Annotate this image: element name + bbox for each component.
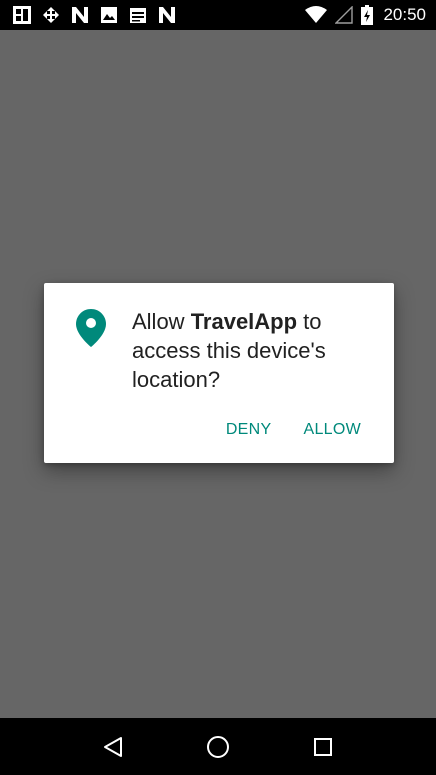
back-icon[interactable] bbox=[93, 727, 133, 767]
battery-charging-icon bbox=[361, 5, 374, 25]
allow-button[interactable]: ALLOW bbox=[292, 417, 372, 443]
dialog-actions: DENY ALLOW bbox=[215, 417, 372, 443]
sync-icon bbox=[41, 5, 61, 25]
notification-icons bbox=[12, 5, 186, 25]
status-time: 20:50 bbox=[383, 5, 426, 24]
permission-dialog: Allow TravelApp to access this device's … bbox=[44, 283, 394, 463]
status-bar: 20:50 bbox=[0, 0, 436, 30]
signal-icon bbox=[335, 6, 354, 24]
wifi-icon bbox=[305, 6, 328, 24]
recents-icon[interactable] bbox=[303, 727, 343, 767]
calendar-icon bbox=[128, 5, 148, 25]
permission-message: Allow TravelApp to access this device's … bbox=[132, 307, 372, 394]
navigation-bar bbox=[0, 718, 436, 775]
image-icon bbox=[99, 5, 119, 25]
n-icon bbox=[157, 5, 177, 25]
app-name: TravelApp bbox=[190, 309, 298, 334]
app-notification-icon bbox=[12, 5, 32, 25]
home-icon[interactable] bbox=[198, 727, 238, 767]
system-icons: 20:50 bbox=[297, 5, 426, 25]
deny-button[interactable]: DENY bbox=[215, 417, 283, 443]
message-prefix: Allow bbox=[132, 309, 191, 334]
location-pin-icon bbox=[76, 309, 106, 347]
n-icon bbox=[70, 5, 90, 25]
